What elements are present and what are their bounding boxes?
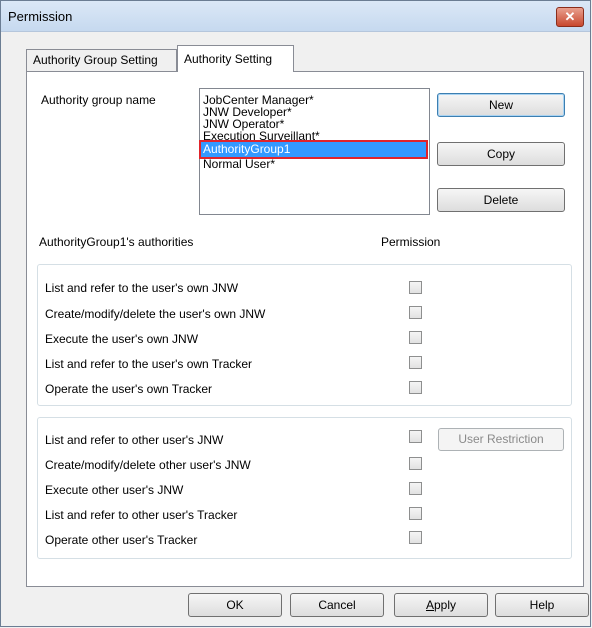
copy-button[interactable]: Copy xyxy=(437,142,565,166)
permission-checkbox[interactable] xyxy=(409,281,422,294)
cancel-button[interactable]: Cancel xyxy=(290,593,384,617)
permission-label: List and refer to the user's own JNW xyxy=(45,281,239,295)
tab-authority-setting[interactable]: Authority Setting xyxy=(177,45,294,72)
permission-checkbox[interactable] xyxy=(409,381,422,394)
close-button[interactable]: ✕ xyxy=(556,7,584,27)
permission-label: Execute the user's own JNW xyxy=(45,332,199,346)
permission-checkbox[interactable] xyxy=(409,507,422,520)
new-button[interactable]: New xyxy=(437,93,565,117)
title-bar[interactable]: Permission ✕ xyxy=(1,1,590,32)
permission-checkbox[interactable] xyxy=(409,457,422,470)
authority-group-name-label: Authority group name xyxy=(41,93,156,107)
apply-mnemonic: A xyxy=(425,598,434,612)
list-item-selected[interactable]: AuthorityGroup1 xyxy=(199,140,428,159)
list-item[interactable]: Execution Surveillant* xyxy=(203,130,320,142)
permission-label: Create/modify/delete the user's own JNW xyxy=(45,307,266,321)
permission-heading: Permission xyxy=(381,235,441,249)
list-item[interactable]: Normal User* xyxy=(203,158,275,170)
permission-label: Operate other user's Tracker xyxy=(45,533,198,547)
permission-checkbox[interactable] xyxy=(409,306,422,319)
permission-label: List and refer to other user's Tracker xyxy=(45,508,238,522)
authorities-heading: AuthorityGroup1's authorities xyxy=(39,235,194,249)
help-button[interactable]: Help xyxy=(495,593,589,617)
user-restriction-button[interactable]: User Restriction xyxy=(438,428,564,451)
ok-button[interactable]: OK xyxy=(188,593,282,617)
delete-button[interactable]: Delete xyxy=(437,188,565,212)
permission-checkbox[interactable] xyxy=(409,356,422,369)
apply-button[interactable]: Apply xyxy=(394,593,488,617)
permission-label: List and refer to the user's own Tracker xyxy=(45,357,253,371)
close-icon: ✕ xyxy=(564,9,576,24)
permission-label: Operate the user's own Tracker xyxy=(45,382,213,396)
permission-label: List and refer to other user's JNW xyxy=(45,433,224,447)
apply-label-rest: pply xyxy=(434,598,457,612)
permission-label: Create/modify/delete other user's JNW xyxy=(45,458,251,472)
window-title: Permission xyxy=(8,9,73,24)
permission-checkbox[interactable] xyxy=(409,531,422,544)
permission-label: Execute other user's JNW xyxy=(45,483,184,497)
tab-authority-group-setting[interactable]: Authority Group Setting xyxy=(26,49,177,71)
permission-checkbox[interactable] xyxy=(409,430,422,443)
permission-checkbox[interactable] xyxy=(409,482,422,495)
permission-checkbox[interactable] xyxy=(409,331,422,344)
authority-group-listbox[interactable]: JobCenter Manager* JNW Developer* JNW Op… xyxy=(199,88,430,215)
